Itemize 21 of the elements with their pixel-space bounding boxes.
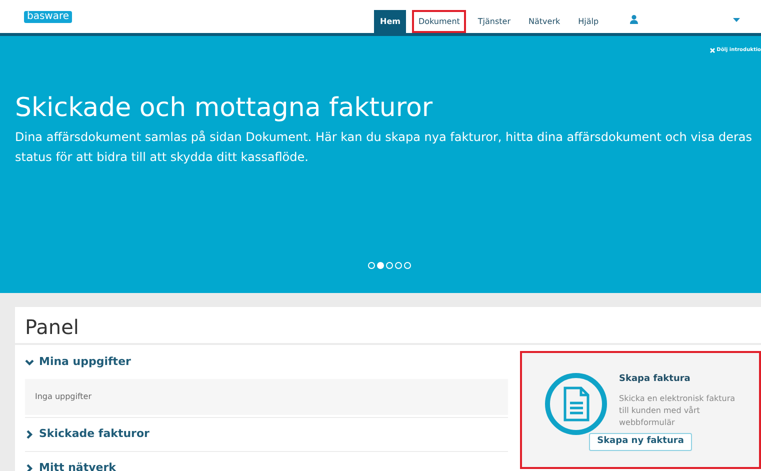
document-icon xyxy=(545,373,607,435)
section-header[interactable]: Skickade fakturor xyxy=(25,417,508,451)
nav-tab[interactable]: Tjänster xyxy=(472,10,517,33)
hero-title: Skickade och mottagna fakturor xyxy=(15,92,434,125)
close-icon xyxy=(710,48,715,54)
chevron-down-icon xyxy=(25,358,34,366)
nav-tab[interactable]: Nätverk xyxy=(522,10,566,33)
hero-text: Dina affärsdokument samlas på sidan Dokument. Här kan du skapa nya fakturor, hitta dina affärsdokument och visa deras status för att bidra till att skydda ditt kassaflöde. xyxy=(15,129,754,166)
panel-title: Panel xyxy=(15,307,761,345)
caret-icon[interactable] xyxy=(733,18,740,22)
section-header[interactable]: Mina uppgifter xyxy=(25,345,508,379)
card-title: Skapa faktura xyxy=(619,373,692,386)
nav-tab[interactable]: Dokument xyxy=(412,10,466,33)
nav-tab[interactable]: Hem xyxy=(374,10,406,33)
create-invoice-button[interactable]: Skapa ny faktura xyxy=(589,432,692,450)
user-icon[interactable] xyxy=(630,15,638,24)
empty-message: Inga uppgifter xyxy=(25,379,508,415)
nav-tab[interactable]: Hjälp xyxy=(572,10,605,33)
card-description: Skicka en elektronisk faktura till kunden med vårt webbformulär xyxy=(619,392,736,428)
chevron-right-icon xyxy=(25,464,34,471)
chevron-right-icon xyxy=(25,430,34,439)
